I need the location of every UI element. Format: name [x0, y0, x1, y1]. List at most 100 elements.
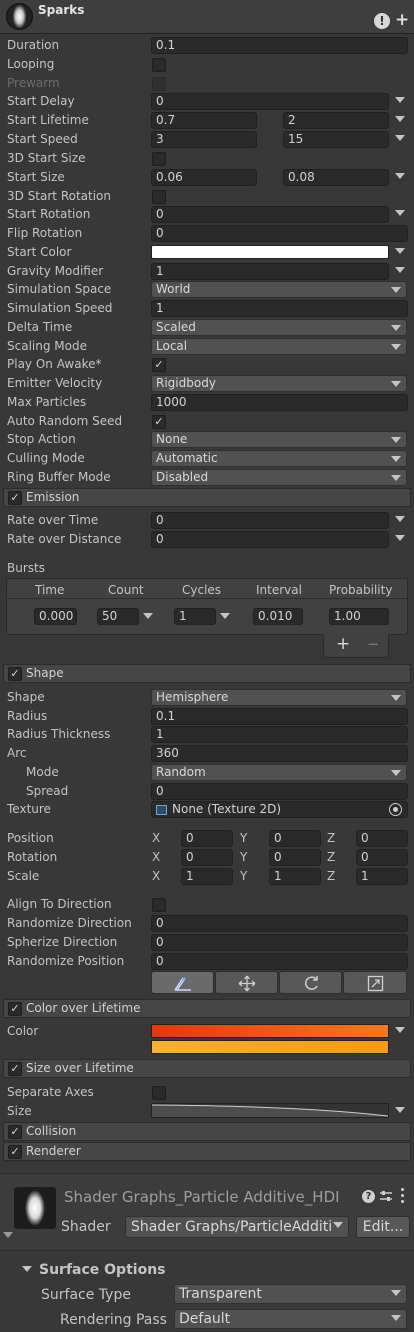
color-over-lifetime-module-header[interactable]: ✓ Color over Lifetime	[3, 999, 411, 1018]
start-rotation-field[interactable]: 0	[151, 206, 389, 223]
burst-cycles-field[interactable]: 1	[174, 608, 216, 625]
foldout-arrow-icon[interactable]	[22, 1266, 32, 1272]
curve-mode-dropdown-icon[interactable]	[395, 116, 405, 122]
burst-cycles-dropdown-icon[interactable]	[220, 613, 230, 619]
emitter-velocity-dropdown[interactable]: Rigidbody	[151, 375, 407, 392]
start-size-min-field[interactable]: 0.06	[151, 169, 257, 186]
rotation-z-field[interactable]: 0	[356, 849, 408, 866]
rotate-shape-button[interactable]	[279, 971, 342, 994]
shader-dropdown[interactable]: Shader Graphs/ParticleAdditi	[125, 1216, 349, 1238]
remove-burst-icon[interactable]: −	[367, 635, 380, 653]
radius-thickness-field[interactable]: 1	[151, 726, 408, 743]
rate-over-distance-field[interactable]: 0	[151, 531, 389, 548]
foldout-arrow-icon[interactable]	[3, 1232, 13, 1238]
simulation-space-dropdown[interactable]: World	[151, 281, 407, 298]
collision-module-header[interactable]: ✓ Collision	[3, 1122, 411, 1141]
3d-start-size-checkbox[interactable]	[152, 152, 166, 166]
edit-shader-button[interactable]: Edit...	[356, 1216, 410, 1238]
rotation-y-field[interactable]: 0	[269, 849, 321, 866]
stop-action-dropdown[interactable]: None	[151, 431, 407, 448]
start-speed-max-field[interactable]: 15	[283, 131, 389, 148]
randomize-direction-field[interactable]: 0	[151, 915, 408, 932]
spherize-direction-field[interactable]: 0	[151, 934, 408, 951]
culling-mode-dropdown[interactable]: Automatic	[151, 450, 407, 467]
curve-mode-dropdown-icon[interactable]	[395, 135, 405, 141]
scale-shape-button[interactable]	[343, 971, 407, 994]
rendering-pass-dropdown[interactable]: Default	[174, 1309, 407, 1329]
play-on-awake-checkbox[interactable]: ✓	[152, 358, 166, 372]
add-burst-icon[interactable]: +	[336, 634, 350, 654]
shape-module-header[interactable]: ✓ Shape	[3, 664, 411, 683]
size-over-lifetime-enable-checkbox[interactable]: ✓	[8, 1062, 22, 1076]
shape-type-dropdown[interactable]: Hemisphere	[151, 689, 407, 706]
start-lifetime-max-field[interactable]: 2	[283, 112, 389, 129]
burst-count-field[interactable]: 50	[97, 608, 139, 625]
arc-field[interactable]: 360	[151, 745, 408, 762]
curve-mode-dropdown-icon[interactable]	[395, 1107, 405, 1113]
ring-buffer-mode-dropdown[interactable]: Disabled	[151, 469, 407, 486]
burst-count-dropdown-icon[interactable]	[143, 613, 153, 619]
emission-module-header[interactable]: ✓ Emission	[3, 488, 411, 507]
rate-over-time-field[interactable]: 0	[151, 512, 389, 529]
curve-mode-dropdown-icon[interactable]	[395, 267, 405, 273]
collision-enable-checkbox[interactable]: ✓	[8, 1125, 22, 1139]
curve-mode-dropdown-icon[interactable]	[395, 97, 405, 103]
gradient-mode-dropdown-icon[interactable]	[395, 1027, 405, 1033]
emission-enable-checkbox[interactable]: ✓	[8, 491, 22, 505]
renderer-enable-checkbox[interactable]: ✓	[8, 1145, 22, 1159]
start-lifetime-min-field[interactable]: 0.7	[151, 112, 257, 129]
preset-icon[interactable]	[379, 1189, 393, 1203]
position-x-field[interactable]: 0	[181, 830, 233, 847]
curve-mode-dropdown-icon[interactable]	[395, 210, 405, 216]
auto-random-seed-checkbox[interactable]: ✓	[152, 415, 166, 429]
burst-probability-field[interactable]: 1.00	[329, 608, 389, 625]
color-gradient-max-swatch[interactable]	[151, 1040, 389, 1054]
position-y-field[interactable]: 0	[269, 830, 321, 847]
rotation-x-field[interactable]: 0	[181, 849, 233, 866]
randomize-position-field[interactable]: 0	[151, 953, 408, 970]
add-icon[interactable]: +	[395, 10, 409, 30]
size-curve-field[interactable]	[151, 1103, 389, 1118]
shape-enable-checkbox[interactable]: ✓	[8, 667, 22, 681]
arc-spread-field[interactable]: 0	[151, 783, 408, 800]
simulation-speed-field[interactable]: 1	[151, 300, 408, 317]
duration-field[interactable]: 0.1	[151, 37, 408, 54]
surface-type-dropdown[interactable]: Transparent	[174, 1284, 407, 1304]
start-color-swatch[interactable]	[151, 245, 389, 259]
looping-checkbox[interactable]	[152, 58, 166, 72]
start-size-max-field[interactable]: 0.08	[283, 169, 389, 186]
color-gradient-min-swatch[interactable]	[151, 1024, 389, 1038]
align-to-direction-checkbox[interactable]	[152, 898, 166, 912]
size-over-lifetime-module-header[interactable]: ✓ Size over Lifetime	[3, 1059, 411, 1078]
help-icon[interactable]: ?	[362, 1190, 375, 1203]
color-over-lifetime-enable-checkbox[interactable]: ✓	[8, 1002, 22, 1016]
move-shape-button[interactable]	[215, 971, 278, 994]
more-options-icon[interactable]	[401, 1188, 405, 1204]
3d-start-rotation-checkbox[interactable]	[152, 190, 166, 204]
radius-field[interactable]: 0.1	[151, 708, 408, 725]
curve-mode-dropdown-icon[interactable]	[395, 535, 405, 541]
gravity-modifier-field[interactable]: 1	[151, 263, 389, 280]
curve-mode-dropdown-icon[interactable]	[395, 516, 405, 522]
scale-x-field[interactable]: 1	[181, 868, 233, 885]
delta-time-dropdown[interactable]: Scaled	[151, 319, 407, 336]
object-picker-icon[interactable]	[389, 803, 402, 816]
curve-mode-dropdown-icon[interactable]	[395, 173, 405, 179]
separate-axes-checkbox[interactable]	[152, 1086, 166, 1100]
renderer-module-header[interactable]: ✓ Renderer	[3, 1142, 411, 1161]
edit-shape-button[interactable]	[151, 971, 214, 994]
help-icon[interactable]: !	[374, 13, 390, 29]
color-mode-dropdown-icon[interactable]	[395, 248, 405, 254]
position-z-field[interactable]: 0	[356, 830, 408, 847]
arc-mode-dropdown[interactable]: Random	[151, 764, 407, 781]
scaling-mode-dropdown[interactable]: Local	[151, 338, 407, 355]
flip-rotation-field[interactable]: 0	[151, 225, 408, 242]
max-particles-field[interactable]: 1000	[151, 394, 408, 411]
scale-y-field[interactable]: 1	[269, 868, 321, 885]
start-speed-min-field[interactable]: 3	[151, 131, 257, 148]
start-delay-field[interactable]: 0	[151, 93, 389, 110]
burst-interval-field[interactable]: 0.010	[253, 608, 303, 625]
texture-object-field[interactable]: None (Texture 2D)	[151, 801, 408, 818]
burst-time-field[interactable]: 0.000	[34, 608, 77, 625]
scale-z-field[interactable]: 1	[356, 868, 408, 885]
